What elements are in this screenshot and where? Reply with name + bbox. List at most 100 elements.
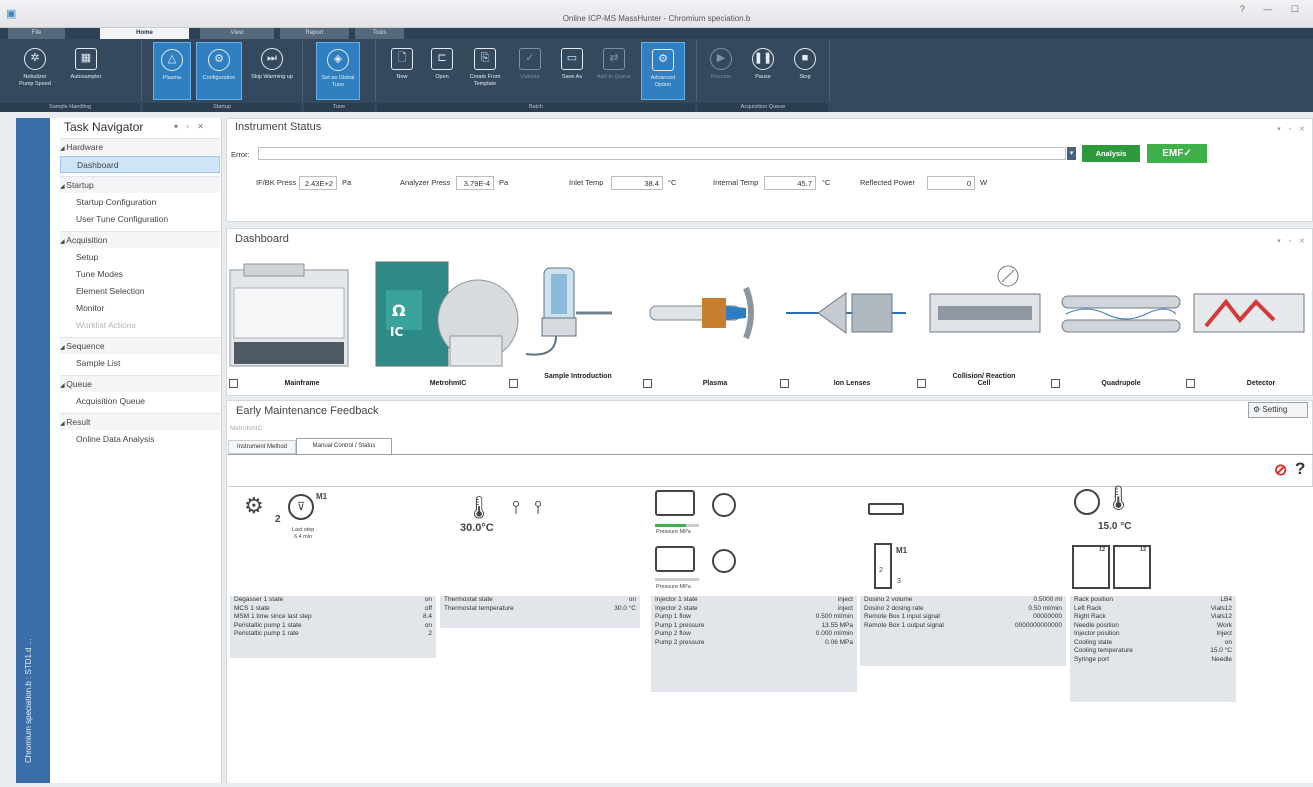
- navigator-pin-controls[interactable]: ▾ ▫ ✕: [174, 122, 207, 131]
- pressure-label: Pressure MPa: [656, 584, 691, 590]
- status-row: Right Rack Vials12: [1070, 613, 1236, 622]
- tab-file[interactable]: File: [8, 28, 66, 39]
- tab-instrument-method[interactable]: Instrument Method: [228, 440, 296, 454]
- advanced-option-button[interactable]: ⚙ Advanced Option: [641, 42, 685, 100]
- tune-icon: ◈: [327, 49, 349, 71]
- status-row: Rack position LB4: [1070, 596, 1236, 605]
- status-row: Dosino 2 dosing rate 0.50 ml/min: [860, 605, 1066, 614]
- component-label: MetrohmIC: [429, 380, 467, 387]
- plasma-button[interactable]: △ Plasma: [153, 42, 191, 100]
- sample-introduction-checkbox[interactable]: [643, 379, 652, 388]
- open-button[interactable]: ⊏ Open: [423, 42, 461, 100]
- collision-cell-checkbox[interactable]: [1051, 379, 1060, 388]
- msm-icon: ⊽: [288, 494, 314, 520]
- emf-button[interactable]: EMF✓: [1147, 144, 1207, 163]
- tab-view[interactable]: View: [200, 28, 275, 39]
- navigator-item[interactable]: Worklist Actions: [60, 317, 220, 334]
- navigator-category[interactable]: ◢ Result: [60, 413, 220, 430]
- status-row: Thermostat temperature 30.0 °C: [440, 605, 640, 614]
- analysis-button[interactable]: Analysis: [1082, 145, 1140, 162]
- status-row: Cooling state on: [1070, 639, 1236, 648]
- expand-arrow-icon[interactable]: ◢: [60, 421, 66, 427]
- error-dropdown-button[interactable]: ▾: [1067, 147, 1076, 160]
- ion-lenses-checkbox[interactable]: [917, 379, 926, 388]
- navigator-item[interactable]: Element Selection: [60, 283, 220, 300]
- status-row: Remote Box 1 output signal 0000000000000: [860, 622, 1066, 631]
- setting-button[interactable]: ⚙ Setting: [1248, 402, 1308, 418]
- status-value: 0.50 ml/min: [1028, 604, 1062, 612]
- valve-icon: ⚙: [244, 493, 264, 518]
- autosampler-button[interactable]: ▦ Autosampler: [64, 42, 108, 100]
- status-key: Right Rack: [1074, 613, 1106, 620]
- navigator-item[interactable]: Startup Configuration: [60, 194, 220, 211]
- save-as-button[interactable]: ▭ Save As: [553, 42, 591, 100]
- navigator-category[interactable]: ◢ Hardware: [60, 138, 220, 155]
- set-global-tune-button[interactable]: ◈ Set as Global Tune: [316, 42, 360, 100]
- plasma-checkbox[interactable]: [780, 379, 789, 388]
- status-value: 38.4: [611, 176, 663, 190]
- navigator-category[interactable]: ◢ Acquisition: [60, 231, 220, 248]
- validate-button[interactable]: ✓ Validate: [511, 42, 549, 100]
- tab-home[interactable]: Home: [100, 28, 190, 39]
- last-step-value: 6.4 min: [294, 534, 313, 540]
- status-label: Reflected Power: [860, 178, 916, 187]
- status-value: Inject: [1216, 630, 1232, 637]
- expand-arrow-icon[interactable]: ◢: [60, 184, 66, 190]
- status-label: Analyzer Press: [400, 178, 451, 187]
- no-entry-icon[interactable]: ⊘: [1274, 460, 1287, 480]
- tab-manual-control-status[interactable]: Manual Control / Status: [296, 438, 392, 454]
- navigator-category[interactable]: ◢ Sequence: [60, 337, 220, 354]
- navigator-item[interactable]: Dashboard: [60, 156, 220, 173]
- navigator-category[interactable]: ◢ Queue: [60, 375, 220, 392]
- resume-button[interactable]: ▶ Resume: [702, 42, 740, 100]
- window-controls[interactable]: ? — ☐: [1240, 4, 1307, 15]
- metrohmic-checkbox[interactable]: [509, 379, 518, 388]
- tab-report[interactable]: Report: [280, 28, 350, 39]
- status-row: Needle position Work: [1070, 622, 1236, 631]
- status-value: 8.4: [422, 613, 432, 620]
- navigator-item[interactable]: Acquisition Queue: [60, 393, 220, 410]
- batch-strip-label: Chromium speciation.b : STD1.d ...: [24, 638, 33, 764]
- component-label: Detector: [1246, 380, 1276, 387]
- window-title: Online ICP-MS MassHunter - Chromium spec…: [562, 14, 751, 23]
- configuration-button[interactable]: ⚙ Configuration: [196, 42, 242, 100]
- status-value: 13.55 MPa: [821, 621, 853, 629]
- svg-text:Ω: Ω: [392, 301, 406, 320]
- navigator-category[interactable]: ◢ Startup: [60, 176, 220, 193]
- tab-tools[interactable]: Tools: [355, 28, 405, 39]
- quadrupole-checkbox[interactable]: [1186, 379, 1195, 388]
- maintenance-title: Early Maintenance Feedback: [236, 405, 379, 417]
- batch-strip[interactable]: Chromium speciation.b : STD1.d ...: [16, 118, 50, 783]
- help-icon[interactable]: ?: [1295, 459, 1305, 479]
- rack-right-count: 12: [1140, 547, 1147, 553]
- expand-arrow-icon[interactable]: ◢: [60, 239, 66, 245]
- error-field[interactable]: [258, 147, 1066, 160]
- add-to-queue-button[interactable]: ⇄ Add to Queue: [595, 42, 633, 100]
- new-button[interactable]: 🗋 New: [383, 42, 421, 100]
- status-row: Thermostat state on: [440, 596, 640, 605]
- navigator-item[interactable]: Monitor: [60, 300, 220, 317]
- nebulizer-pump-button[interactable]: ✲ Nebulizer Pump Speed: [16, 42, 54, 100]
- expand-arrow-icon[interactable]: ◢: [60, 146, 66, 152]
- panel-controls[interactable]: ▾ ▫ ✕: [1277, 125, 1308, 133]
- quadrupole-illustration: [1061, 295, 1181, 333]
- navigator-item[interactable]: Setup: [60, 249, 220, 266]
- status-key: Dosino 2 dosing rate: [864, 604, 924, 612]
- navigator-item[interactable]: Sample List: [60, 355, 220, 372]
- panel-controls[interactable]: ▾ ▫ ✕: [1277, 237, 1308, 245]
- mainframe-checkbox[interactable]: [229, 379, 238, 388]
- advanced-gear-icon: ⚙: [652, 49, 674, 71]
- status-label: Inlet Temp: [569, 178, 604, 187]
- expand-arrow-icon[interactable]: ◢: [60, 383, 66, 389]
- nebulizer-icon: ✲: [24, 48, 46, 70]
- maintenance-subtitle: MetrohmIC: [230, 425, 263, 432]
- skip-warming-button[interactable]: ⏭ Skip Warming up: [249, 42, 295, 100]
- navigator-item[interactable]: User Tune Configuration: [60, 211, 220, 228]
- navigator-item[interactable]: Online Data Analysis: [60, 431, 220, 448]
- navigator-item[interactable]: Tune Modes: [60, 266, 220, 283]
- pump-1-icon: [655, 490, 695, 516]
- pause-button[interactable]: ❚❚ Pause: [744, 42, 782, 100]
- expand-arrow-icon[interactable]: ◢: [60, 345, 66, 351]
- stop-button[interactable]: ■ Stop: [786, 42, 824, 100]
- create-from-template-button[interactable]: ⎘ Create From Template: [463, 42, 507, 100]
